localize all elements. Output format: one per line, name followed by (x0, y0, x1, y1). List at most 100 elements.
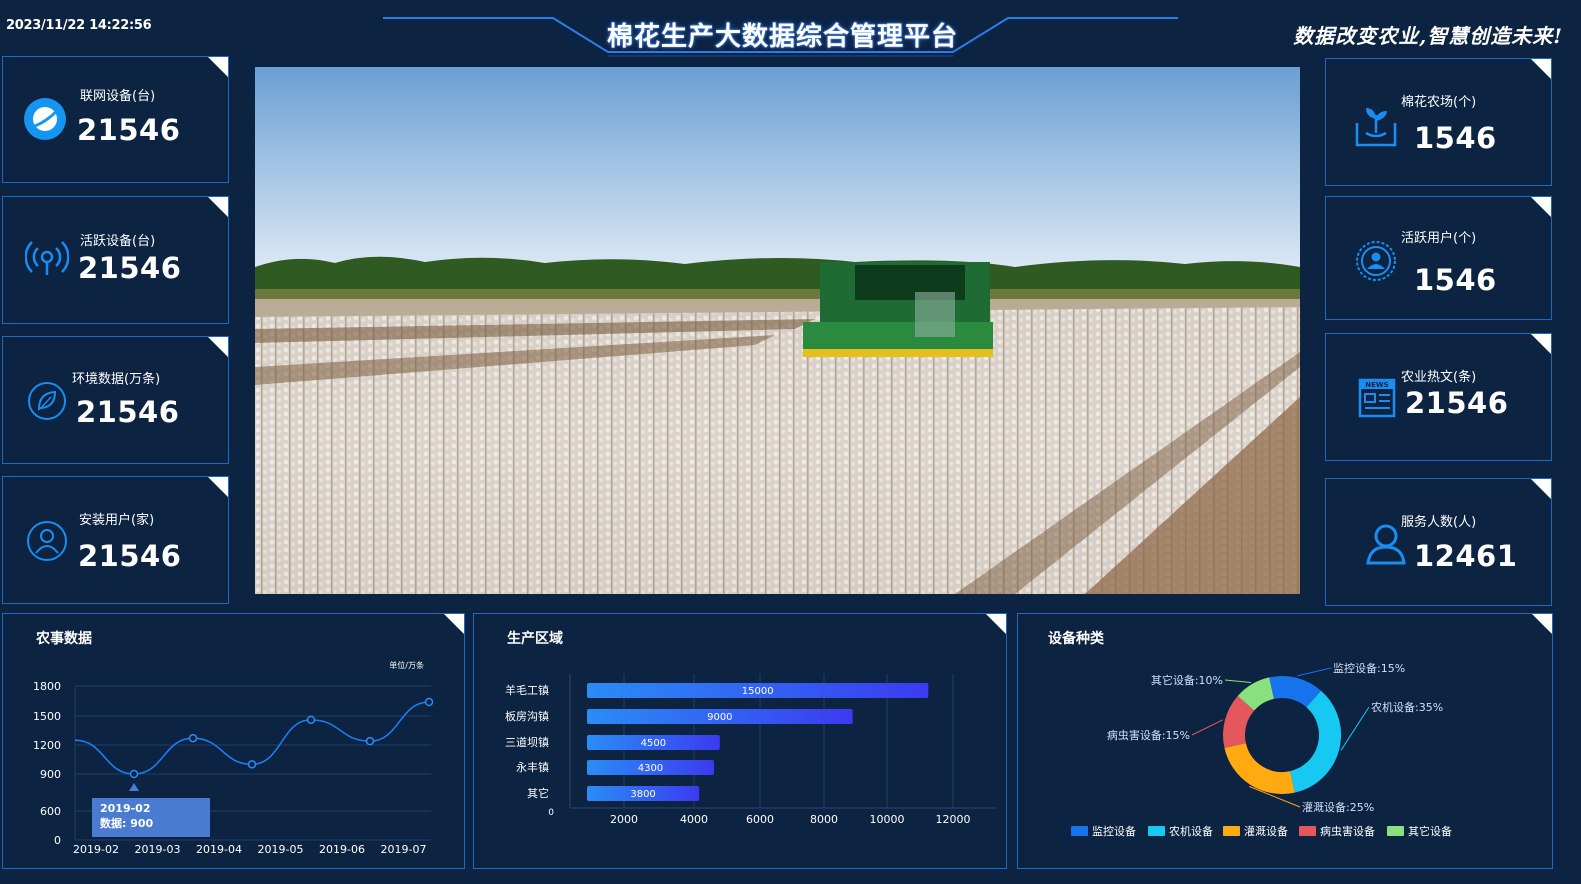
data-point (247, 760, 257, 769)
donut-slice (1237, 677, 1275, 711)
cotton-harvest-photo (255, 67, 1300, 594)
y-tick-label: 1500 (33, 710, 61, 723)
card-label: 活跃用户(个) (1401, 231, 1477, 246)
legend-label: 农机设备 (1169, 824, 1213, 838)
donut-slice (1223, 695, 1255, 748)
card-value: 1546 (1414, 263, 1497, 297)
label-leader (1191, 719, 1224, 736)
card-value: 21546 (78, 251, 182, 285)
legend-label: 病虫害设备 (1320, 824, 1375, 838)
y-tick-label: 1200 (33, 739, 61, 752)
bar-value-label: 4300 (638, 763, 663, 774)
legend-swatch (1387, 826, 1404, 836)
y-tick-label: 1800 (33, 680, 61, 693)
card-value: 12461 (1414, 539, 1518, 573)
card-value: 21546 (76, 395, 180, 429)
legend-swatch (1148, 826, 1165, 836)
bar-value-label: 9000 (707, 712, 732, 723)
news-icon: NEWS (1358, 378, 1396, 418)
news-icon-text: NEWS (1365, 381, 1388, 389)
label-leader (1340, 706, 1370, 751)
x-tick-label: 2019-04 (196, 843, 242, 856)
x-tick-label: 2019-06 (319, 843, 365, 856)
legend-label: 灌溉设备 (1244, 824, 1288, 838)
user-circle-icon (1356, 241, 1396, 281)
unit-label: 单位/万条 (389, 660, 424, 670)
tooltip: 2019-02 数据: 900 (92, 798, 210, 837)
category-label: 永丰镇 (516, 760, 549, 774)
x-tick-label: 2019-03 (135, 843, 181, 856)
x-tick-label: 12000 (936, 813, 971, 826)
legend-swatch (1223, 826, 1240, 836)
slice-label: 病虫害设备:15% (1107, 728, 1190, 742)
slice-label: 农机设备:35% (1371, 700, 1443, 714)
card-label: 服务人数(人) (1401, 515, 1477, 530)
y-tick-label: 900 (40, 768, 61, 781)
donut-slice (1289, 690, 1341, 793)
data-point (306, 715, 316, 725)
tooltip-pointer (129, 783, 139, 791)
x-tick-label: 2019-02 (73, 843, 119, 856)
category-label: 三道坝镇 (505, 735, 549, 749)
farm-line-chart: 单位/万条 0 600 900 1200 1500 1800 2019-02 2019-03 2… (33, 660, 434, 856)
bar-value-label: 3800 (630, 789, 655, 800)
leaf-icon (28, 382, 66, 420)
card-environment-data[interactable]: 环境数据(万条) 21546 (2, 336, 229, 464)
card-label: 联网设备(台) (80, 89, 156, 104)
x-tick-label: 10000 (870, 813, 905, 826)
tooltip-date: 2019-02 (100, 802, 151, 815)
card-networked-devices[interactable]: 联网设备(台) 21546 (2, 56, 229, 183)
card-value: 21546 (78, 539, 182, 573)
card-agri-articles[interactable]: NEWS 农业热文(条) 21546 (1325, 333, 1552, 461)
x-tick-label: 2019-07 (381, 843, 427, 856)
card-service-count[interactable]: 服务人数(人) 12461 (1325, 478, 1552, 606)
x-tick-label: 6000 (746, 813, 774, 826)
y-tick-label: 600 (40, 805, 61, 818)
signal-icon (25, 241, 69, 275)
panel-farm-data: 农事数据 单位/万条 0 600 900 1200 1500 1800 2019-02 201… (2, 613, 465, 869)
category-label: 板房沟镇 (505, 709, 549, 723)
page-title: 棉花生产大数据综合管理平台 (606, 22, 958, 52)
card-active-devices[interactable]: 活跃设备(台) 21546 (2, 196, 229, 324)
donut-slice (1269, 676, 1322, 708)
card-label: 活跃设备(台) (80, 234, 156, 249)
legend-label: 其它设备 (1408, 824, 1452, 838)
card-label: 棉花农场(个) (1401, 95, 1477, 110)
data-point (129, 769, 139, 779)
x-tick-label: 4000 (680, 813, 708, 826)
card-label: 环境数据(万条) (72, 372, 161, 387)
data-point (424, 697, 434, 707)
category-label: 其它 (527, 786, 549, 800)
card-active-users[interactable]: 活跃用户(个) 1546 (1325, 196, 1552, 320)
data-point (188, 733, 198, 743)
label-leader (1297, 667, 1332, 677)
x-tick-label: 2000 (610, 813, 638, 826)
category-label: 羊毛工镇 (505, 683, 549, 697)
card-value: 21546 (1405, 386, 1509, 420)
card-value: 21546 (77, 113, 181, 147)
harvester (803, 262, 993, 357)
slice-label: 监控设备:15% (1333, 661, 1405, 675)
label-leader (1224, 679, 1251, 683)
device-donut-chart: 监控设备:15% 农机设备:35% 灌溉设备:25% 病虫害设备:15% 其它设备:10… (1071, 661, 1452, 838)
panel-production-region: 生产区域 2000 4000 6000 8000 10000 12000 0 羊毛工镇 1500… (473, 613, 1007, 869)
user-icon (27, 521, 67, 561)
datetime: 2023/11/22 14:22:56 (6, 18, 152, 33)
region-bar-chart: 2000 4000 6000 8000 10000 12000 0 羊毛工镇 15000 板房沟镇… (505, 674, 996, 826)
card-cotton-farms[interactable]: 棉花农场(个) 1546 (1325, 58, 1552, 186)
origin-label: 0 (548, 808, 554, 818)
slice-label: 灌溉设备:25% (1302, 800, 1374, 814)
panel-device-types: 设备种类 监控设备:15% 农机设备:35% 灌溉设备:25% 病虫害设备:15% 其它… (1017, 613, 1553, 869)
globe-icon (24, 98, 66, 140)
bar-value-label: 15000 (742, 686, 774, 697)
card-label: 安装用户(家) (79, 513, 155, 528)
x-tick-label: 2019-05 (258, 843, 304, 856)
data-point (365, 736, 375, 746)
donut-slice (1224, 742, 1295, 794)
legend-swatch (1071, 826, 1088, 836)
card-value: 1546 (1414, 121, 1497, 155)
slice-label: 其它设备:10% (1151, 673, 1223, 687)
bar-value-label: 4500 (641, 738, 666, 749)
card-installed-users[interactable]: 安装用户(家) 21546 (2, 476, 229, 604)
x-tick-label: 8000 (810, 813, 838, 826)
